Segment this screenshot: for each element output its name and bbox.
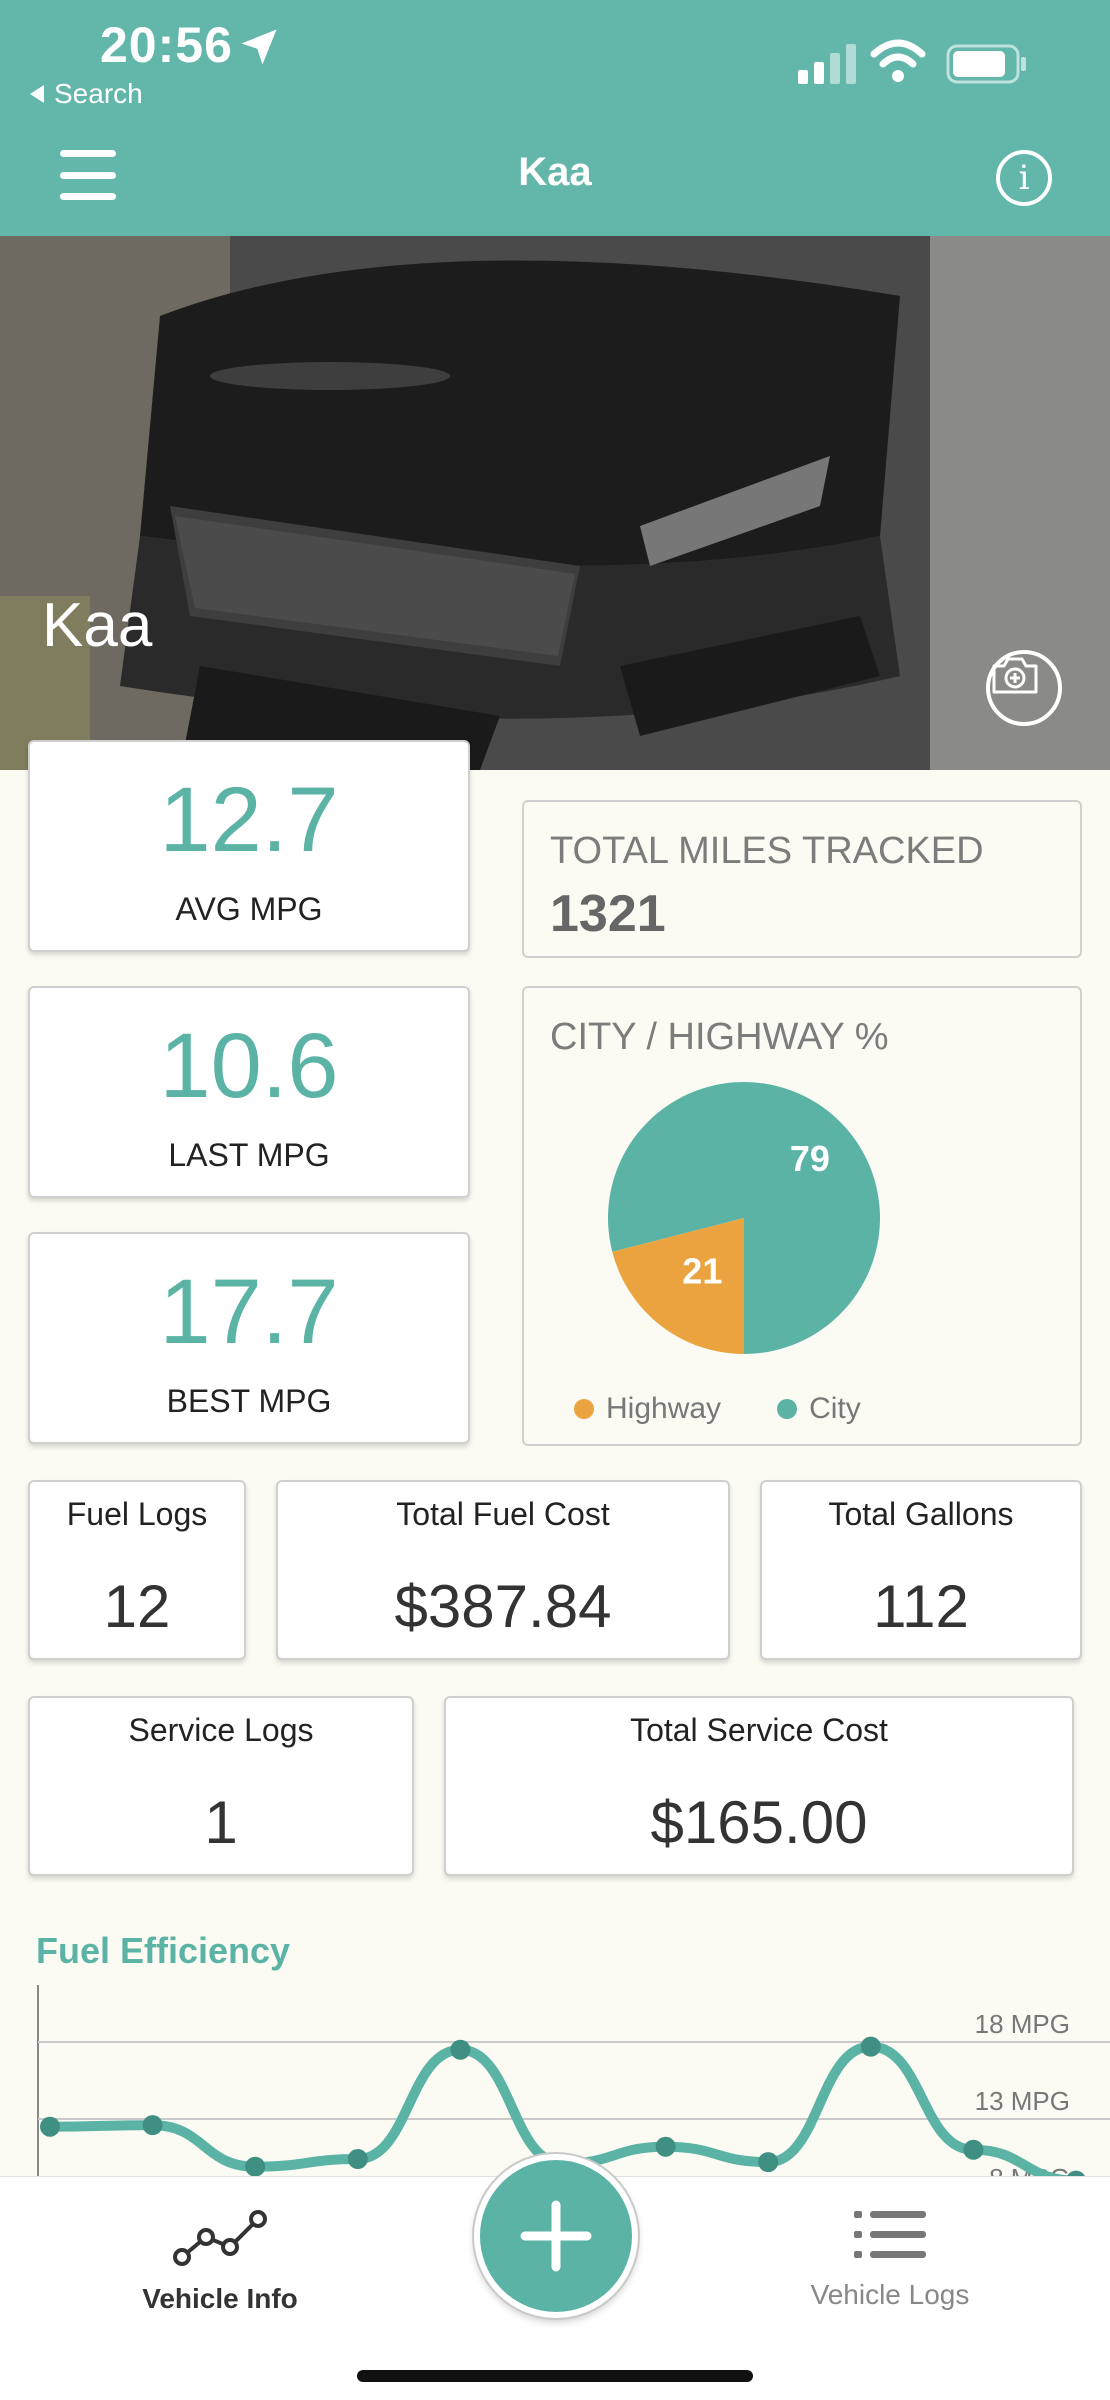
total-fuel-cost-card: Total Fuel Cost $387.84: [276, 1480, 730, 1660]
total-miles-panel: TOTAL MILES TRACKED 1321: [522, 800, 1082, 958]
total-service-cost-value: $165.00: [650, 1789, 868, 1856]
legend-highway-label: Highway: [606, 1392, 722, 1425]
last-mpg-card: 10.6 LAST MPG: [28, 986, 470, 1198]
list-icon: [854, 2211, 926, 2258]
wifi-icon: [870, 39, 926, 82]
fuel-logs-card[interactable]: Fuel Logs 12: [28, 1480, 246, 1660]
fuel-efficiency-title: Fuel Efficiency: [36, 1930, 291, 1971]
status-time: 20:56: [100, 17, 233, 73]
change-photo-button[interactable]: [986, 650, 1062, 726]
back-to-search-link[interactable]: Search: [30, 78, 143, 110]
total-gallons-card: Total Gallons 112: [760, 1480, 1082, 1660]
battery-icon: [946, 44, 1026, 84]
back-arrow-icon: [30, 85, 44, 103]
home-indicator: [357, 2370, 753, 2382]
chart-point: [963, 2139, 984, 2160]
pie-legend: Highway City: [574, 1392, 861, 1426]
best-mpg-label: BEST MPG: [166, 1383, 332, 1419]
city-dot-icon: [777, 1399, 798, 1419]
avg-mpg-card: 12.7 AVG MPG: [28, 740, 470, 952]
best-mpg-value: 17.7: [159, 1261, 339, 1363]
page-title: Kaa: [518, 150, 592, 194]
location-arrow-icon: [241, 29, 277, 65]
best-mpg-card: 17.7 BEST MPG: [28, 1232, 470, 1444]
service-logs-value: 1: [204, 1789, 238, 1856]
chart-point: [347, 2149, 368, 2170]
fuel-efficiency-chart: 18 MPG 13 MPG 8 MPG: [37, 1985, 1110, 2177]
total-service-cost-label: Total Service Cost: [630, 1712, 888, 1748]
tick-label-13: 13 MPG: [975, 2086, 1070, 2116]
legend-city-label: City: [809, 1392, 861, 1425]
city-highway-title: CITY / HIGHWAY %: [550, 1016, 889, 1058]
total-miles-value: 1321: [550, 885, 666, 943]
camera-plus-icon: [992, 657, 1038, 694]
avg-mpg-label: AVG MPG: [175, 891, 323, 927]
total-gallons-value: 112: [873, 1573, 969, 1640]
total-service-cost-card: Total Service Cost $165.00: [444, 1696, 1074, 1876]
fuel-logs-value: 12: [103, 1573, 171, 1640]
pie-label-highway: 21: [682, 1251, 722, 1292]
fuel-logs-label: Fuel Logs: [66, 1496, 208, 1532]
legend-city: City: [777, 1392, 861, 1426]
highway-dot-icon: [574, 1399, 594, 1419]
last-mpg-label: LAST MPG: [168, 1137, 330, 1173]
chart-point: [860, 2036, 881, 2057]
last-mpg-value: 10.6: [159, 1015, 339, 1117]
car-illustration: [0, 236, 1110, 770]
chart-point: [758, 2152, 779, 2173]
tab-vehicle-logs-label: Vehicle Logs: [810, 2279, 970, 2310]
tab-vehicle-info[interactable]: Vehicle Info: [120, 2207, 320, 2315]
back-search-label: Search: [54, 78, 143, 109]
line-chart-icon: [173, 2210, 267, 2266]
chart-point: [450, 2039, 471, 2060]
legend-highway: Highway: [574, 1392, 721, 1426]
tab-vehicle-logs[interactable]: Vehicle Logs: [790, 2207, 990, 2311]
city-highway-pie-chart: 79 21: [608, 1082, 880, 1354]
plus-icon: [520, 2200, 592, 2272]
avg-mpg-value: 12.7: [159, 769, 339, 871]
service-logs-label: Service Logs: [128, 1712, 314, 1748]
pie-label-city: 79: [790, 1138, 830, 1179]
service-logs-card[interactable]: Service Logs 1: [28, 1696, 414, 1876]
chart-point: [655, 2136, 676, 2157]
add-log-button[interactable]: [474, 2154, 638, 2318]
info-icon[interactable]: i: [996, 150, 1052, 206]
total-fuel-cost-label: Total Fuel Cost: [396, 1496, 610, 1532]
total-miles-title: TOTAL MILES TRACKED: [550, 830, 984, 872]
cellular-signal-icon: [798, 44, 856, 84]
tick-label-18: 18 MPG: [975, 2009, 1070, 2039]
chart-point: [245, 2156, 266, 2177]
total-gallons-label: Total Gallons: [828, 1496, 1014, 1532]
city-highway-panel: CITY / HIGHWAY % 79 21 Highway City: [522, 986, 1082, 1446]
top-bar: 20:56 Search Kaa i: [0, 0, 1110, 236]
chart-point: [40, 2116, 60, 2137]
tab-vehicle-info-label: Vehicle Info: [142, 2283, 298, 2314]
total-fuel-cost-value: $387.84: [394, 1573, 612, 1640]
chart-point: [142, 2115, 163, 2136]
vehicle-name-overlay: Kaa: [42, 591, 153, 660]
vehicle-photo: Kaa: [0, 236, 1110, 770]
